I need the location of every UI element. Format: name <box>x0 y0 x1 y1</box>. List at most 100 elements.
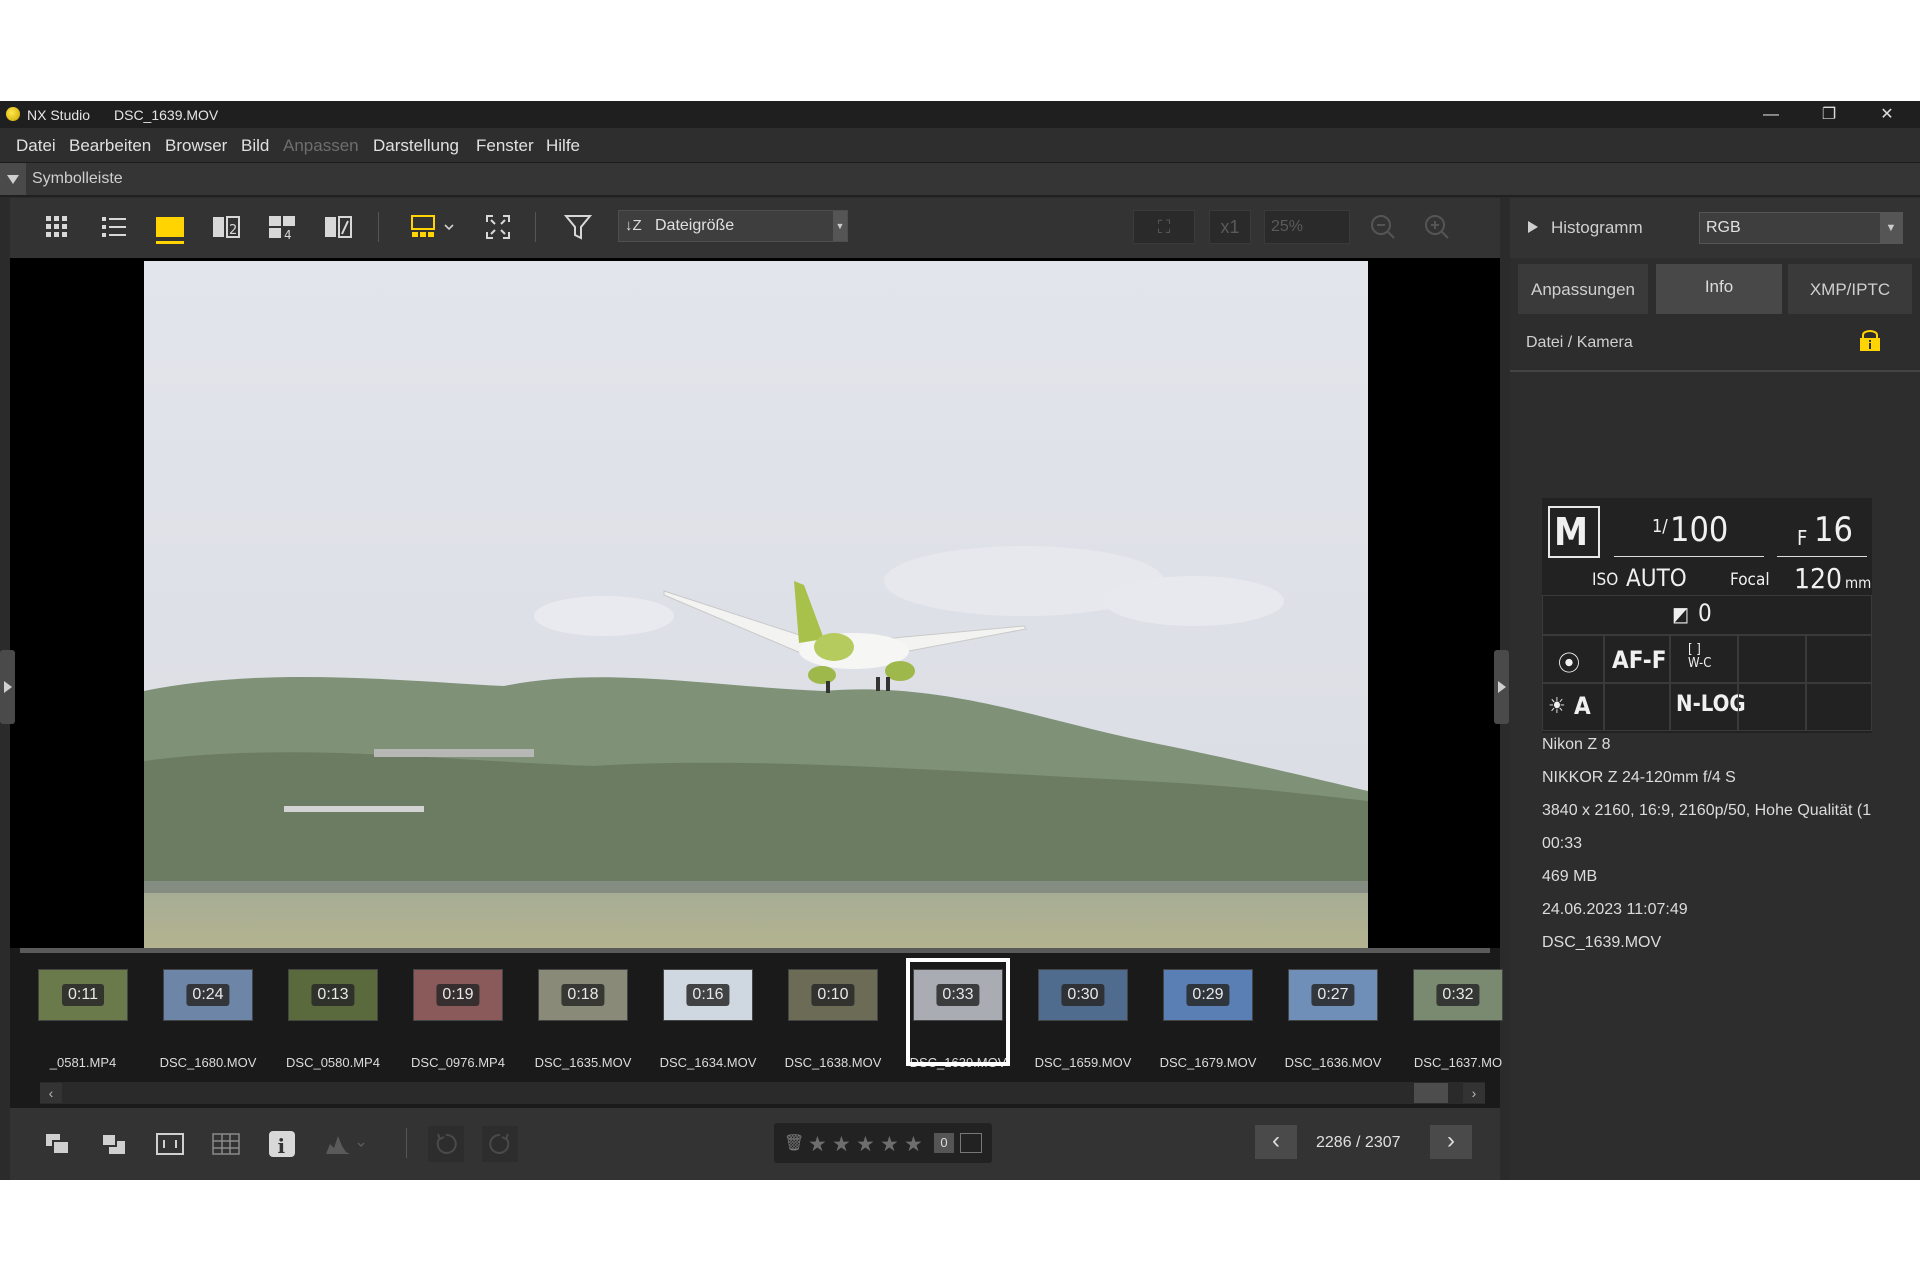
thumbnail-filename: DSC_1635.MOV <box>534 1055 632 1070</box>
filmstrip-thumbnail[interactable]: 0:29 <box>1163 969 1253 1021</box>
page-counter: 2286 / 2307 <box>1316 1134 1401 1151</box>
thumbnail-duration: 0:32 <box>1436 984 1480 1006</box>
list-view-icon[interactable] <box>97 210 131 244</box>
grid-view-icon[interactable] <box>40 210 74 244</box>
compare-two-icon[interactable]: 2 <box>209 210 243 244</box>
rotate-left-icon <box>428 1126 464 1162</box>
full-screen-icon[interactable] <box>481 210 515 244</box>
thumbnail-duration: 0:30 <box>1061 984 1105 1006</box>
protect-icon[interactable] <box>960 1133 982 1153</box>
focus-mode: AF-F <box>1612 646 1667 674</box>
tab-info[interactable]: Info <box>1656 264 1782 314</box>
filmstrip-thumbnail[interactable]: 0:11 <box>38 969 128 1021</box>
focal-unit: mm <box>1845 574 1872 592</box>
menu-hilfe[interactable]: Hilfe <box>546 136 580 156</box>
zoom-level-value: 25% <box>1271 218 1304 235</box>
star-icon[interactable]: ★ <box>832 1132 851 1157</box>
right-panel-toggle[interactable] <box>1494 650 1509 724</box>
thumbnail-duration: 0:27 <box>1311 984 1355 1006</box>
star-icon[interactable]: ★ <box>856 1132 875 1157</box>
menu-fenster[interactable]: Fenster <box>476 136 534 156</box>
filmstrip-thumbnail[interactable]: 0:18 <box>538 969 628 1021</box>
sort-order-label: Dateigröße <box>655 217 735 234</box>
minimize-button[interactable]: — <box>1742 101 1800 128</box>
filmstrip-thumbnail[interactable]: 0:13 <box>288 969 378 1021</box>
filmstrip-thumbnail[interactable]: 0:24 <box>163 969 253 1021</box>
filmstrip-layout-icon[interactable] <box>408 210 442 244</box>
metering-icon: ⦿ <box>1558 652 1581 677</box>
tab-anpassungen[interactable]: Anpassungen <box>1518 264 1648 314</box>
filter-icon[interactable] <box>561 210 595 244</box>
histogram-label: Histogramm <box>1551 218 1643 237</box>
compare-four-icon[interactable]: 4 <box>265 210 299 244</box>
thumbnail-duration: 0:13 <box>311 984 355 1006</box>
focus-point-icon[interactable] <box>152 1126 188 1162</box>
histogram-header[interactable]: Histogramm RGB ▼ <box>1510 198 1920 258</box>
histogram-overlay-icon <box>322 1126 370 1162</box>
iso-value: AUTO <box>1626 564 1687 592</box>
section-divider <box>1510 370 1920 372</box>
info-overlay-icon[interactable]: i <box>264 1126 300 1162</box>
menu-datei[interactable]: Datei <box>16 136 56 156</box>
next-image-button[interactable]: › <box>1430 1125 1472 1159</box>
sort-order-select[interactable]: ↓Z Dateigröße ▼ <box>618 210 848 242</box>
restore-button[interactable]: ❐ <box>1800 101 1858 128</box>
filmstrip-thumbnail[interactable]: 0:32 <box>1413 969 1503 1021</box>
filmstrip-thumbnail[interactable]: 0:30 <box>1038 969 1128 1021</box>
image-viewer[interactable] <box>10 258 1500 948</box>
aperture-prefix: F <box>1797 526 1808 550</box>
filmstrip-thumbnail[interactable]: 0:16 <box>663 969 753 1021</box>
toolbar-separator <box>378 212 379 242</box>
star-icon[interactable]: ★ <box>808 1132 827 1157</box>
single-view-icon[interactable] <box>153 210 187 244</box>
airplane-photo <box>144 261 1368 948</box>
previous-image-button[interactable]: ‹ <box>1255 1125 1297 1159</box>
filmstrip-thumbnail[interactable]: 0:27 <box>1288 969 1378 1021</box>
scroll-left-icon[interactable]: ‹ <box>40 1083 62 1103</box>
channel-select[interactable]: RGB ▼ <box>1699 212 1903 244</box>
svg-text:2: 2 <box>229 223 237 238</box>
section-title: Datei / Kamera <box>1526 334 1633 351</box>
star-icon[interactable]: ★ <box>904 1132 923 1157</box>
left-panel-toggle[interactable] <box>0 650 15 724</box>
shutter-speed: 100 <box>1670 510 1729 550</box>
sun-icon: ☀ <box>1548 694 1566 719</box>
menu-browser[interactable]: Browser <box>165 136 227 156</box>
empty-cell <box>1738 683 1806 731</box>
chevron-down-icon: ▼ <box>833 211 847 241</box>
menu-anpassen: Anpassen <box>283 136 359 155</box>
tab-xmp-iptc[interactable]: XMP/IPTC <box>1788 264 1912 314</box>
menu-bearbeiten[interactable]: Bearbeiten <box>69 136 151 156</box>
menu-darstellung[interactable]: Darstellung <box>373 136 459 156</box>
thumbnail-filename: DSC_1636.MOV <box>1284 1055 1382 1070</box>
exposure-comp-icon: ◩ <box>1672 602 1690 626</box>
filmstrip-thumbnail[interactable]: 0:10 <box>788 969 878 1021</box>
symbolbar-label: Symbolleiste <box>32 170 123 187</box>
svg-text:i: i <box>278 1134 286 1158</box>
close-button[interactable]: ✕ <box>1858 101 1916 128</box>
info-lock-icon[interactable] <box>1858 330 1882 352</box>
video-duration: 00:33 <box>1542 835 1583 852</box>
scrollbar-thumb[interactable] <box>1414 1083 1448 1103</box>
filmstrip-thumbnail[interactable]: 0:19 <box>413 969 503 1021</box>
capture-date: 24.06.2023 11:07:49 <box>1542 901 1688 918</box>
scroll-right-icon[interactable]: › <box>1463 1083 1485 1103</box>
stack-back-icon[interactable] <box>96 1126 132 1162</box>
chevron-down-icon: ▼ <box>1880 213 1902 243</box>
filmstrip-scrollbar[interactable]: ‹ › <box>40 1082 1485 1104</box>
menu-bild[interactable]: Bild <box>241 136 269 156</box>
expand-arrow-icon[interactable] <box>1528 221 1538 233</box>
label-count-badge[interactable]: 0 <box>934 1133 954 1153</box>
thumbnail-duration: 0:11 <box>62 984 104 1006</box>
stack-front-icon[interactable] <box>40 1126 76 1162</box>
video-format: 3840 x 2160, 16:9, 2160p/50, Hohe Qualit… <box>1542 802 1872 819</box>
toolbar-separator <box>535 212 536 242</box>
grid-overlay-icon[interactable] <box>208 1126 244 1162</box>
browser-area: 2 4 ↓Z Dateigröße ▼ ⛶ x1 25% 0:11 _0581.… <box>10 198 1503 1180</box>
trash-icon[interactable]: 🗑 <box>784 1133 804 1153</box>
symbolbar-toggle-button[interactable] <box>0 163 26 195</box>
star-icon[interactable]: ★ <box>880 1132 899 1157</box>
thumbnail-filename: DSC_1634.MOV <box>659 1055 757 1070</box>
layout-dropdown-chevron-icon[interactable] <box>442 210 456 244</box>
compare-edit-icon[interactable] <box>321 210 355 244</box>
